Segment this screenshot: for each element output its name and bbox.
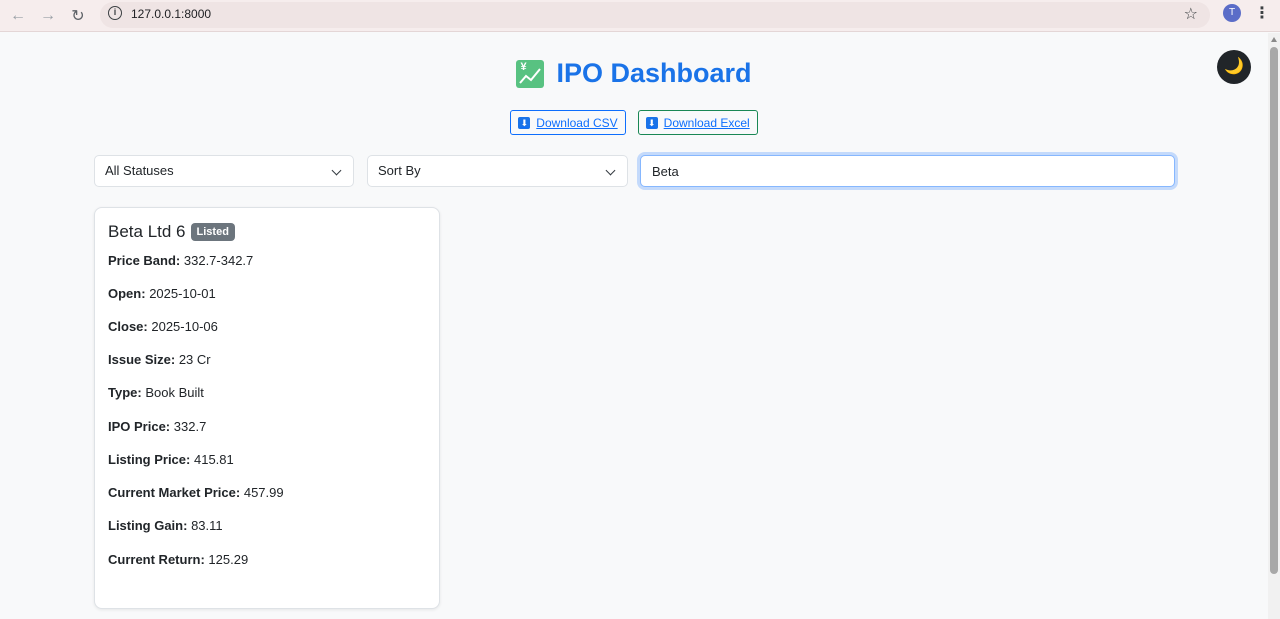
field-label: Price Band: xyxy=(108,253,181,268)
field-type: Type: Book Built xyxy=(108,385,204,400)
scrollbar-thumb[interactable] xyxy=(1270,47,1278,574)
field-current-market-price: Current Market Price: 457.99 xyxy=(108,485,284,500)
field-issue-size: Issue Size: 23 Cr xyxy=(108,352,211,367)
field-label: Current Market Price: xyxy=(108,485,241,500)
status-filter-select[interactable]: All Statuses xyxy=(94,155,354,187)
url-text[interactable]: 127.0.0.1:8000 xyxy=(131,7,211,21)
site-info-icon[interactable]: i xyxy=(108,6,122,20)
download-csv-label: Download CSV xyxy=(536,115,618,130)
field-value: 415.81 xyxy=(193,452,234,467)
field-value: 23 Cr xyxy=(178,352,211,367)
bookmark-star-icon[interactable]: ☆ xyxy=(1184,4,1198,24)
status-filter-value: All Statuses xyxy=(105,163,174,178)
field-label: Issue Size: xyxy=(108,352,176,367)
field-label: Listing Price: xyxy=(108,452,191,467)
page-title: IPO Dashboard xyxy=(556,58,752,88)
scroll-up-arrow-icon[interactable] xyxy=(1271,37,1277,42)
download-excel-label: Download Excel xyxy=(663,115,750,130)
field-label: Type: xyxy=(108,385,142,400)
profile-avatar[interactable]: T xyxy=(1223,4,1241,22)
field-listing-price: Listing Price: 415.81 xyxy=(108,452,234,467)
ipo-name: Beta Ltd 6 xyxy=(108,222,186,241)
page-header: ¥ IPO Dashboard xyxy=(0,58,1268,89)
chart-increasing-yen-icon: ¥ xyxy=(516,59,545,88)
field-label: Close: xyxy=(108,319,148,334)
ipo-card: Beta Ltd 6 Listed Price Band: 332.7-342.… xyxy=(94,207,440,609)
field-close: Close: 2025-10-06 xyxy=(108,319,218,334)
field-label: Listing Gain: xyxy=(108,518,188,533)
card-header: Beta Ltd 6 Listed xyxy=(108,222,235,242)
chevron-down-icon xyxy=(605,165,616,176)
field-value: Book Built xyxy=(145,385,204,400)
search-input[interactable] xyxy=(640,155,1175,187)
browser-toolbar: ← → ↻ i 127.0.0.1:8000 ☆ T ⋮ xyxy=(0,0,1280,32)
sort-select-value: Sort By xyxy=(378,163,421,178)
status-badge: Listed xyxy=(190,223,235,241)
chevron-down-icon xyxy=(331,165,342,176)
sort-select[interactable]: Sort By xyxy=(367,155,628,187)
field-ipo-price: IPO Price: 332.7 xyxy=(108,419,206,434)
field-label: Open: xyxy=(108,286,146,301)
reload-icon[interactable]: ↻ xyxy=(66,4,90,28)
field-price-band: Price Band: 332.7-342.7 xyxy=(108,253,253,268)
field-open: Open: 2025-10-01 xyxy=(108,286,216,301)
field-value: 2025-10-06 xyxy=(151,319,218,334)
forward-arrow-icon[interactable]: → xyxy=(36,4,60,28)
browser-menu-icon[interactable]: ⋮ xyxy=(1254,3,1270,23)
field-current-return: Current Return: 125.29 xyxy=(108,552,248,567)
field-value: 332.7-342.7 xyxy=(183,253,254,268)
download-excel-button[interactable]: ⬇ Download Excel xyxy=(637,110,758,135)
page-scrollbar[interactable] xyxy=(1268,33,1280,619)
field-value: 83.11 xyxy=(191,518,223,533)
field-value: 2025-10-01 xyxy=(149,286,216,301)
field-label: Current Return: xyxy=(108,552,205,567)
download-csv-button[interactable]: ⬇ Download CSV xyxy=(510,110,626,135)
field-value: 125.29 xyxy=(208,552,249,567)
address-bar[interactable]: i 127.0.0.1:8000 ☆ xyxy=(100,2,1210,28)
down-arrow-icon: ⬇ xyxy=(518,116,531,129)
field-value: 332.7 xyxy=(173,419,207,434)
back-arrow-icon[interactable]: ← xyxy=(6,4,30,28)
download-buttons: ⬇ Download CSV ⬇ Download Excel xyxy=(0,110,1268,135)
field-listing-gain: Listing Gain: 83.11 xyxy=(108,518,223,533)
field-label: IPO Price: xyxy=(108,419,171,434)
field-value: 457.99 xyxy=(243,485,284,500)
down-arrow-icon: ⬇ xyxy=(645,116,658,129)
